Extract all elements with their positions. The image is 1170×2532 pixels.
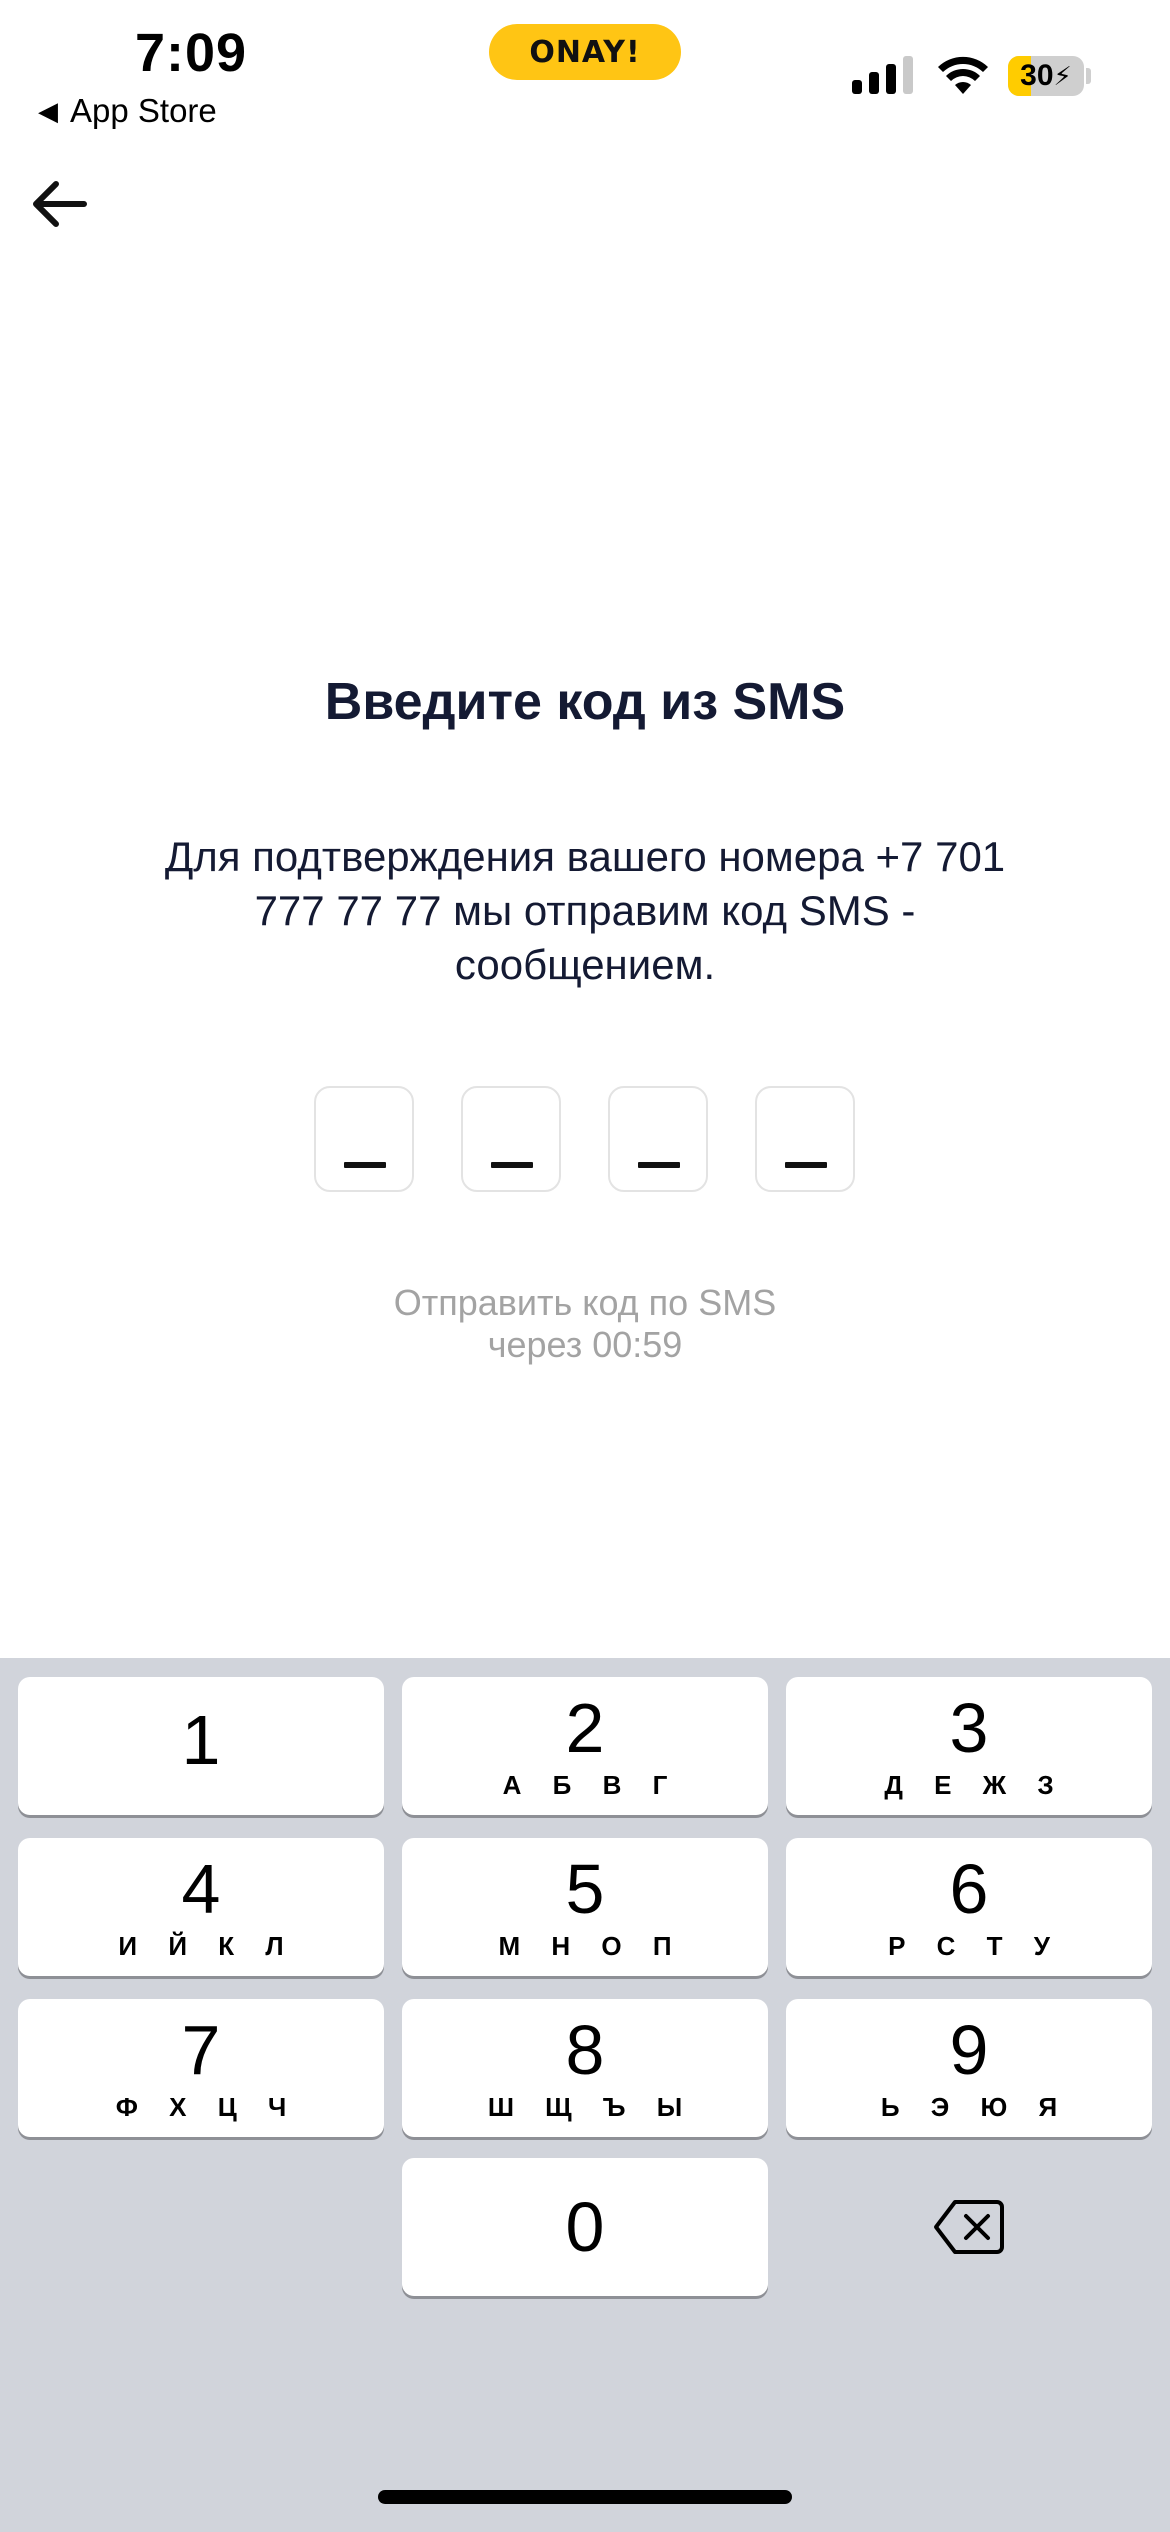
key-4-number: 4 xyxy=(181,1849,221,1928)
key-1[interactable]: 1 xyxy=(18,1677,384,1815)
status-time: 7:09 xyxy=(135,23,248,83)
key-7[interactable]: 7 Ф Х Ц Ч xyxy=(18,1999,384,2137)
key-9-number: 9 xyxy=(949,2010,989,2089)
backspace-key[interactable] xyxy=(786,2158,1152,2296)
battery-icon: 30 ⚡ xyxy=(1008,56,1084,96)
resend-countdown: через 00:59 xyxy=(487,1324,683,1365)
key-7-number: 7 xyxy=(181,2010,221,2089)
sms-code-input[interactable] xyxy=(314,1086,855,1192)
back-app-label: App Store xyxy=(70,92,217,129)
code-digit-3[interactable] xyxy=(608,1086,708,1192)
page-title: Введите код из SMS xyxy=(324,673,846,731)
key-0-number: 0 xyxy=(565,2188,605,2266)
backspace-icon xyxy=(934,2200,1004,2254)
key-5-number: 5 xyxy=(565,1849,605,1928)
key-8-number: 8 xyxy=(565,2010,605,2089)
resend-code-timer: Отправить код по SMS через 00:59 xyxy=(0,1282,1170,1366)
key-6[interactable]: 6 Р С Т У xyxy=(786,1838,1152,1976)
key-3-number: 3 xyxy=(949,1688,989,1767)
onay-pill[interactable]: ONAY! xyxy=(489,24,681,80)
key-5-letters: М Н О П xyxy=(498,1930,684,1961)
code-digit-1[interactable] xyxy=(314,1086,414,1192)
key-2[interactable]: 2 А Б В Г xyxy=(402,1677,768,1815)
resend-code-label: Отправить код по SMS xyxy=(393,1282,777,1323)
key-0[interactable]: 0 xyxy=(402,2158,768,2296)
key-7-letters: Ф Х Ц Ч xyxy=(115,2091,299,2122)
key-9-letters: Ь Э Ю Я xyxy=(880,2091,1070,2122)
sms-verification-screen: 7:09 ◀ App Store ONAY! 30 ⚡ Введите код и… xyxy=(0,0,1170,2532)
key-8[interactable]: 8 Ш Щ Ъ Ы xyxy=(402,1999,768,2137)
key-6-number: 6 xyxy=(949,1849,989,1928)
key-5[interactable]: 5 М Н О П xyxy=(402,1838,768,1976)
code-digit-2[interactable] xyxy=(461,1086,561,1192)
home-indicator[interactable] xyxy=(378,2490,792,2504)
verification-description: Для подтверждения вашего номера +7 701 7… xyxy=(164,833,1006,988)
key-3-letters: Д Е Ж З xyxy=(884,1769,1066,1800)
onay-pill-label: ONAY! xyxy=(529,34,641,70)
wifi-icon xyxy=(938,56,988,94)
back-arrow-icon[interactable] xyxy=(28,172,92,236)
key-2-number: 2 xyxy=(565,1688,605,1767)
key-4-letters: И Й К Л xyxy=(118,1930,296,1961)
key-8-letters: Ш Щ Ъ Ы xyxy=(487,2091,695,2122)
key-4[interactable]: 4 И Й К Л xyxy=(18,1838,384,1976)
key-6-letters: Р С Т У xyxy=(888,1930,1062,1961)
key-1-number: 1 xyxy=(181,1701,221,1779)
back-to-app-store[interactable]: ◀ App Store xyxy=(38,92,217,130)
key-2-letters: А Б В Г xyxy=(502,1769,680,1800)
key-3[interactable]: 3 Д Е Ж З xyxy=(786,1677,1152,1815)
code-digit-4[interactable] xyxy=(755,1086,855,1192)
cellular-signal-icon xyxy=(852,56,913,94)
key-9[interactable]: 9 Ь Э Ю Я xyxy=(786,1999,1152,2137)
back-triangle-icon: ◀ xyxy=(38,95,58,126)
battery-level: 30 xyxy=(1020,59,1054,92)
